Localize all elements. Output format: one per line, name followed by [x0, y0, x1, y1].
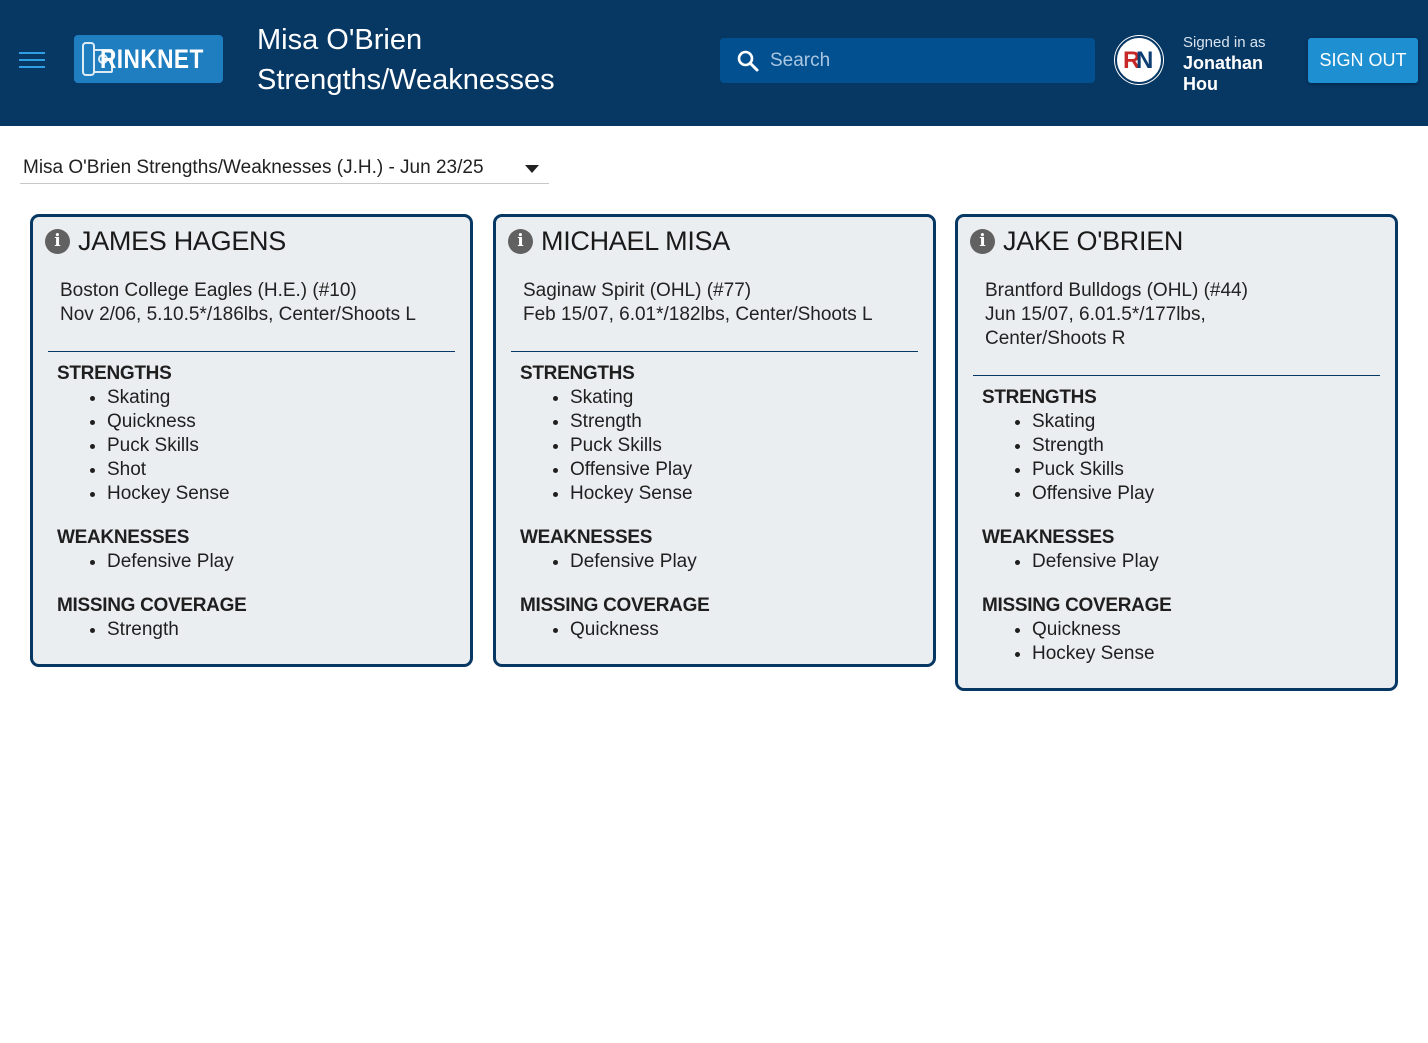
- hamburger-menu-icon[interactable]: [19, 50, 45, 70]
- list-item: Offensive Play: [1032, 482, 1395, 506]
- avatar-text-n: N: [1136, 47, 1153, 74]
- strengths-section: STRENGTHS Skating Quickness Puck Skills …: [57, 362, 470, 506]
- page-title: Misa O'Brien Strengths/Weaknesses: [257, 20, 677, 100]
- list-item: Defensive Play: [1032, 550, 1395, 574]
- player-card: i JAKE O'BRIEN Brantford Bulldogs (OHL) …: [955, 214, 1398, 691]
- section-title: MISSING COVERAGE: [520, 595, 710, 616]
- page-title-line1: Misa O'Brien: [257, 24, 423, 56]
- report-select[interactable]: Misa O'Brien Strengths/Weaknesses (J.H.)…: [20, 152, 549, 184]
- weaknesses-section: WEAKNESSES Defensive Play: [982, 526, 1395, 574]
- missing-coverage-list: Strength: [107, 618, 470, 642]
- rinknet-logo[interactable]: RINKNET: [74, 35, 223, 83]
- player-name: JAKE O'BRIEN: [1003, 225, 1184, 256]
- missing-coverage-list: Quickness: [570, 618, 933, 642]
- list-item: Puck Skills: [1032, 458, 1395, 482]
- logo-text: RINKNET: [99, 43, 204, 74]
- missing-coverage-section: MISSING COVERAGE Strength: [57, 594, 470, 642]
- player-name: MICHAEL MISA: [541, 225, 730, 256]
- list-item: Puck Skills: [107, 434, 470, 458]
- missing-coverage-section: MISSING COVERAGE Quickness: [520, 594, 933, 642]
- list-item: Hockey Sense: [1032, 642, 1395, 666]
- section-title: WEAKNESSES: [520, 527, 653, 548]
- info-icon[interactable]: i: [508, 228, 533, 254]
- list-item: Shot: [107, 458, 470, 482]
- avatar[interactable]: R N: [1114, 35, 1164, 85]
- user-last-name: Hou: [1183, 74, 1218, 94]
- report-select-value: Misa O'Brien Strengths/Weaknesses (J.H.)…: [23, 156, 484, 178]
- missing-coverage-list: Quickness Hockey Sense: [1032, 618, 1395, 666]
- sign-out-button[interactable]: SIGN OUT: [1308, 38, 1418, 83]
- section-title: MISSING COVERAGE: [982, 595, 1172, 616]
- dropdown-arrow-icon: [525, 165, 539, 173]
- list-item: Puck Skills: [570, 434, 933, 458]
- player-team: Boston College Eagles (H.E.) (#10): [60, 280, 357, 301]
- player-position: Center/Shoots R: [985, 328, 1126, 349]
- player-bio: Feb 15/07, 6.01*/182lbs, Center/Shoots L: [523, 304, 873, 325]
- section-title: STRENGTHS: [982, 387, 1097, 408]
- search-icon: [737, 50, 759, 71]
- weaknesses-list: Defensive Play: [1032, 550, 1395, 574]
- info-icon[interactable]: i: [970, 228, 995, 254]
- list-item: Strength: [1032, 434, 1395, 458]
- player-card: i JAMES HAGENS Boston College Eagles (H.…: [30, 214, 473, 667]
- list-item: Strength: [570, 410, 933, 434]
- weaknesses-list: Defensive Play: [107, 550, 470, 574]
- strengths-list: Skating Strength Puck Skills Offensive P…: [1032, 410, 1395, 506]
- player-info: Saginaw Spirit (OHL) (#77) Feb 15/07, 6.…: [523, 279, 933, 327]
- player-team: Brantford Bulldogs (OHL) (#44): [985, 280, 1248, 301]
- list-item: Skating: [107, 386, 470, 410]
- list-item: Quickness: [570, 618, 933, 642]
- id-card-icon: [82, 42, 112, 76]
- list-item: Skating: [570, 386, 933, 410]
- list-item: Defensive Play: [570, 550, 933, 574]
- weaknesses-list: Defensive Play: [570, 550, 933, 574]
- player-bio: Jun 15/07, 6.01.5*/177lbs,: [985, 304, 1206, 325]
- section-title: STRENGTHS: [57, 363, 172, 384]
- section-title: MISSING COVERAGE: [57, 595, 247, 616]
- player-info: Boston College Eagles (H.E.) (#10) Nov 2…: [60, 279, 470, 327]
- list-item: Strength: [107, 618, 470, 642]
- section-title: WEAKNESSES: [57, 527, 190, 548]
- section-title: WEAKNESSES: [982, 527, 1115, 548]
- page-title-line2: Strengths/Weaknesses: [257, 64, 555, 96]
- user-name: Jonathan Hou: [1183, 53, 1293, 95]
- player-name: JAMES HAGENS: [78, 225, 286, 256]
- strengths-section: STRENGTHS Skating Strength Puck Skills O…: [982, 386, 1395, 506]
- list-item: Offensive Play: [570, 458, 933, 482]
- list-item: Hockey Sense: [107, 482, 470, 506]
- top-app-bar: RINKNET Misa O'Brien Strengths/Weaknesse…: [0, 0, 1428, 126]
- missing-coverage-section: MISSING COVERAGE Quickness Hockey Sense: [982, 594, 1395, 666]
- card-divider: [973, 375, 1380, 376]
- strengths-list: Skating Strength Puck Skills Offensive P…: [570, 386, 933, 506]
- strengths-section: STRENGTHS Skating Strength Puck Skills O…: [520, 362, 933, 506]
- user-first-name: Jonathan: [1183, 53, 1264, 73]
- search-bar[interactable]: [720, 38, 1095, 83]
- card-divider: [511, 351, 918, 352]
- strengths-list: Skating Quickness Puck Skills Shot Hocke…: [107, 386, 470, 506]
- card-divider: [48, 351, 455, 352]
- list-item: Skating: [1032, 410, 1395, 434]
- rinknet-avatar-icon: R N: [1115, 36, 1163, 84]
- weaknesses-section: WEAKNESSES Defensive Play: [57, 526, 470, 574]
- list-item: Defensive Play: [107, 550, 470, 574]
- weaknesses-section: WEAKNESSES Defensive Play: [520, 526, 933, 574]
- player-team: Saginaw Spirit (OHL) (#77): [523, 280, 752, 301]
- player-info: Brantford Bulldogs (OHL) (#44) Jun 15/07…: [985, 279, 1395, 351]
- list-item: Quickness: [107, 410, 470, 434]
- info-icon[interactable]: i: [45, 228, 70, 254]
- section-title: STRENGTHS: [520, 363, 635, 384]
- player-bio: Nov 2/06, 5.10.5*/186lbs, Center/Shoots …: [60, 304, 416, 325]
- list-item: Hockey Sense: [570, 482, 933, 506]
- search-input[interactable]: [770, 49, 1070, 72]
- player-card: i MICHAEL MISA Saginaw Spirit (OHL) (#77…: [493, 214, 936, 667]
- list-item: Quickness: [1032, 618, 1395, 642]
- signed-in-label: Signed in as: [1183, 34, 1266, 51]
